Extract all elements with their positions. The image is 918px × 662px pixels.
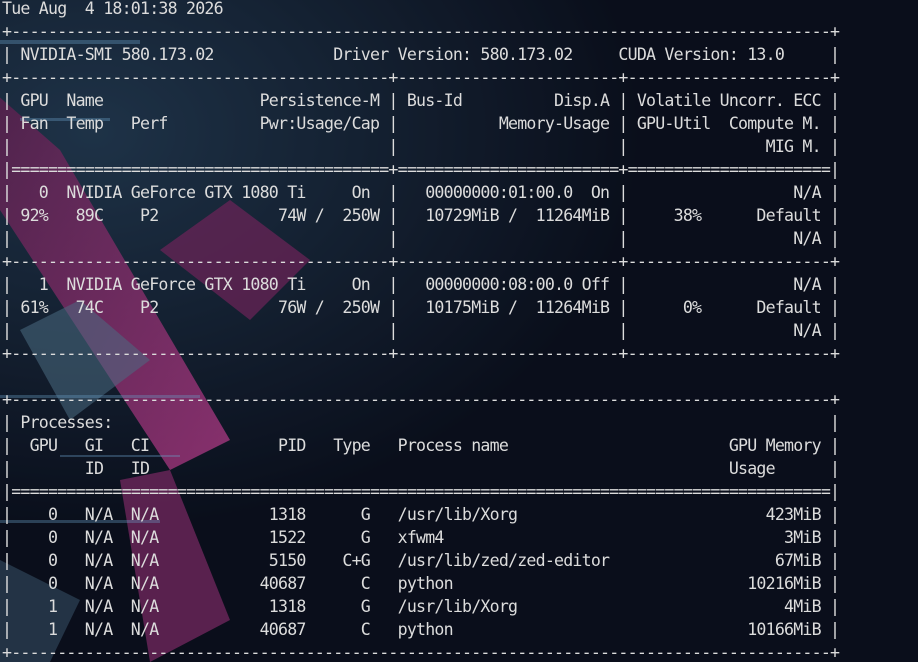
process-row: | 0 N/A N/A 1522 G xfwm4 3MiB | [2, 528, 840, 547]
terminal-window[interactable]: Tue Aug 4 18:01:38 2026 +---------------… [0, 0, 918, 662]
process-column-header: | ID ID Usage | [2, 459, 840, 478]
table-divider: |=======================================… [2, 482, 840, 501]
processes-title: | Processes: | [2, 413, 840, 432]
table-border: +---------------------------------------… [2, 390, 840, 409]
gpu-column-header: | Fan Temp Perf Pwr:Usage/Cap | Memory-U… [2, 114, 840, 133]
process-row: | 0 N/A N/A 1318 G /usr/lib/Xorg 423MiB … [2, 505, 840, 524]
table-border: +---------------------------------------… [2, 643, 840, 662]
process-row: | 0 N/A N/A 40687 C python 10216MiB | [2, 574, 840, 593]
gpu-row: | 0 NVIDIA GeForce GTX 1080 Ti On | 0000… [2, 183, 840, 202]
process-column-header: | GPU GI CI PID Type Process name GPU Me… [2, 436, 840, 455]
table-border: +---------------------------------------… [2, 22, 840, 41]
gpu-row: | 92% 89C P2 74W / 250W | 10729MiB / 112… [2, 206, 840, 225]
process-row: | 0 N/A N/A 5150 C+G /usr/lib/zed/zed-ed… [2, 551, 840, 570]
gpu-column-header: | | | MIG M. | [2, 137, 840, 156]
timestamp-line: Tue Aug 4 18:01:38 2026 [2, 0, 224, 18]
table-divider: |=======================================… [2, 160, 840, 179]
blank-line [2, 365, 918, 388]
version-header: | NVIDIA-SMI 580.173.02 Driver Version: … [2, 45, 840, 64]
gpu-row: | | | N/A | [2, 321, 840, 340]
process-row: | 1 N/A N/A 1318 G /usr/lib/Xorg 4MiB | [2, 597, 840, 616]
gpu-row: | 61% 74C P2 76W / 250W | 10175MiB / 112… [2, 298, 840, 317]
table-border: +---------------------------------------… [2, 252, 840, 271]
gpu-row: | | | N/A | [2, 229, 840, 248]
table-border: +---------------------------------------… [2, 68, 840, 87]
table-border: +---------------------------------------… [2, 344, 840, 363]
process-row: | 1 N/A N/A 40687 C python 10166MiB | [2, 620, 840, 639]
gpu-row: | 1 NVIDIA GeForce GTX 1080 Ti On | 0000… [2, 275, 840, 294]
gpu-column-header: | GPU Name Persistence-M | Bus-Id Disp.A… [2, 91, 840, 110]
